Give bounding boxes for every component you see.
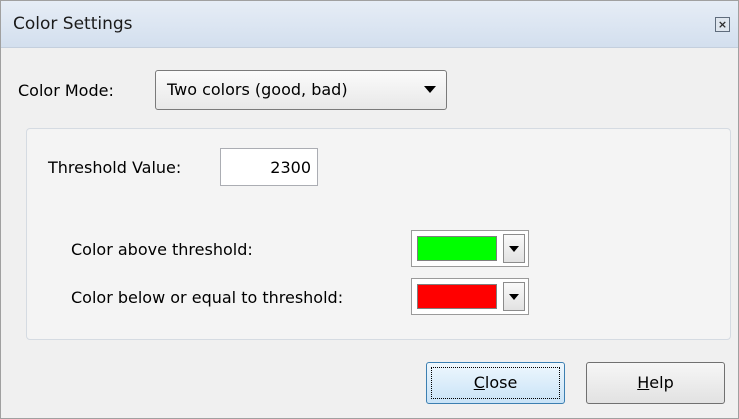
above-color-dropdown-button[interactable] — [503, 234, 525, 263]
threshold-label: Threshold Value: — [48, 158, 182, 177]
close-button-label: Close — [473, 373, 518, 392]
above-color-swatch — [417, 236, 497, 261]
title-bar[interactable]: Color Settings × — [1, 1, 738, 48]
below-threshold-label: Color below or equal to threshold: — [71, 288, 344, 307]
above-threshold-label: Color above threshold: — [71, 240, 253, 259]
close-button[interactable]: Close — [426, 362, 565, 404]
color-mode-dropdown[interactable]: Two colors (good, bad) — [155, 70, 447, 110]
above-color-picker[interactable] — [411, 230, 529, 267]
below-color-swatch — [417, 284, 497, 309]
threshold-value: 2300 — [270, 158, 311, 177]
window-title: Color Settings — [13, 14, 133, 34]
close-icon[interactable]: × — [715, 17, 730, 32]
help-button[interactable]: Help — [586, 362, 725, 404]
threshold-input[interactable]: 2300 — [220, 148, 318, 186]
help-button-label: Help — [637, 373, 674, 392]
color-mode-label: Color Mode: — [18, 81, 114, 100]
below-color-dropdown-button[interactable] — [503, 282, 525, 311]
chevron-down-icon — [509, 294, 519, 300]
color-mode-value: Two colors (good, bad) — [167, 80, 348, 99]
chevron-down-icon — [509, 246, 519, 252]
color-settings-dialog: Color Settings × Color Mode: Two colors … — [0, 0, 739, 419]
chevron-down-icon — [424, 86, 436, 93]
below-color-picker[interactable] — [411, 278, 529, 315]
